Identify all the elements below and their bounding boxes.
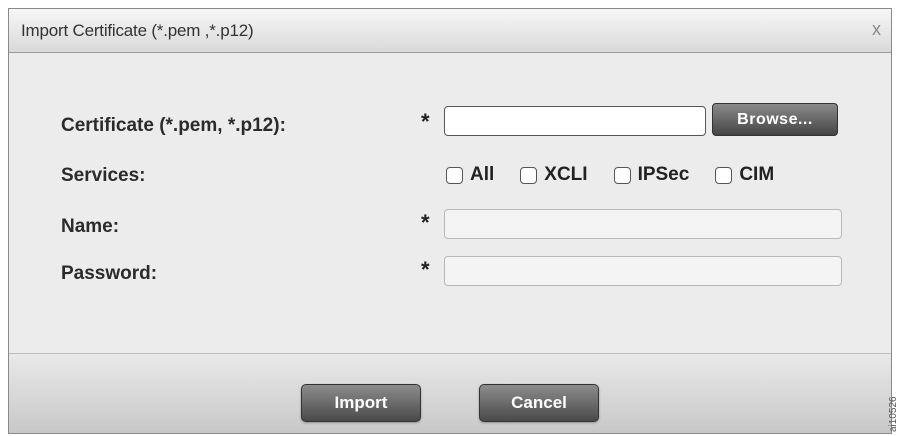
service-all-label: All bbox=[470, 164, 495, 185]
service-all-checkbox[interactable]: All bbox=[446, 164, 494, 186]
password-required-mark: * bbox=[421, 257, 430, 282]
name-required-mark: * bbox=[421, 210, 430, 235]
password-field[interactable] bbox=[444, 256, 842, 286]
figure-code: ai10526 bbox=[888, 396, 899, 432]
service-cim-label: CIM bbox=[739, 164, 775, 185]
dialog-body: Certificate (*.pem, *.p12): * Browse... … bbox=[9, 53, 891, 353]
dialog-footer: Import Cancel bbox=[9, 353, 891, 433]
checkbox-box[interactable] bbox=[446, 166, 463, 184]
service-ipsec-label: IPSec bbox=[637, 164, 690, 185]
checkbox-box[interactable] bbox=[613, 166, 631, 184]
services-label: Services: bbox=[61, 165, 146, 186]
name-label: Name: bbox=[61, 216, 120, 237]
browse-button[interactable]: Browse... bbox=[712, 103, 838, 136]
service-xcli-label: XCLI bbox=[544, 164, 588, 185]
certificate-label: Certificate (*.pem, *.p12): bbox=[61, 115, 286, 136]
service-ipsec-checkbox[interactable]: IPSec bbox=[613, 164, 690, 186]
import-button[interactable]: Import bbox=[301, 384, 421, 422]
import-certificate-dialog: Import Certificate (*.pem ,*.p12) x Cert… bbox=[8, 8, 892, 434]
service-xcli-checkbox[interactable]: XCLI bbox=[520, 164, 588, 186]
services-group: All XCLI IPSec CIM bbox=[446, 164, 774, 186]
service-cim-checkbox[interactable]: CIM bbox=[715, 164, 774, 186]
password-label: Password: bbox=[61, 263, 158, 284]
close-icon[interactable]: x bbox=[872, 19, 881, 40]
cancel-button[interactable]: Cancel bbox=[479, 384, 599, 422]
certificate-required-mark: * bbox=[421, 109, 430, 134]
checkbox-box[interactable] bbox=[715, 166, 733, 184]
dialog-titlebar[interactable]: Import Certificate (*.pem ,*.p12) x bbox=[9, 9, 891, 53]
certificate-file-input[interactable] bbox=[444, 106, 706, 136]
name-field[interactable] bbox=[444, 209, 842, 239]
checkbox-box[interactable] bbox=[520, 166, 538, 184]
dialog-title: Import Certificate (*.pem ,*.p12) bbox=[21, 21, 254, 40]
